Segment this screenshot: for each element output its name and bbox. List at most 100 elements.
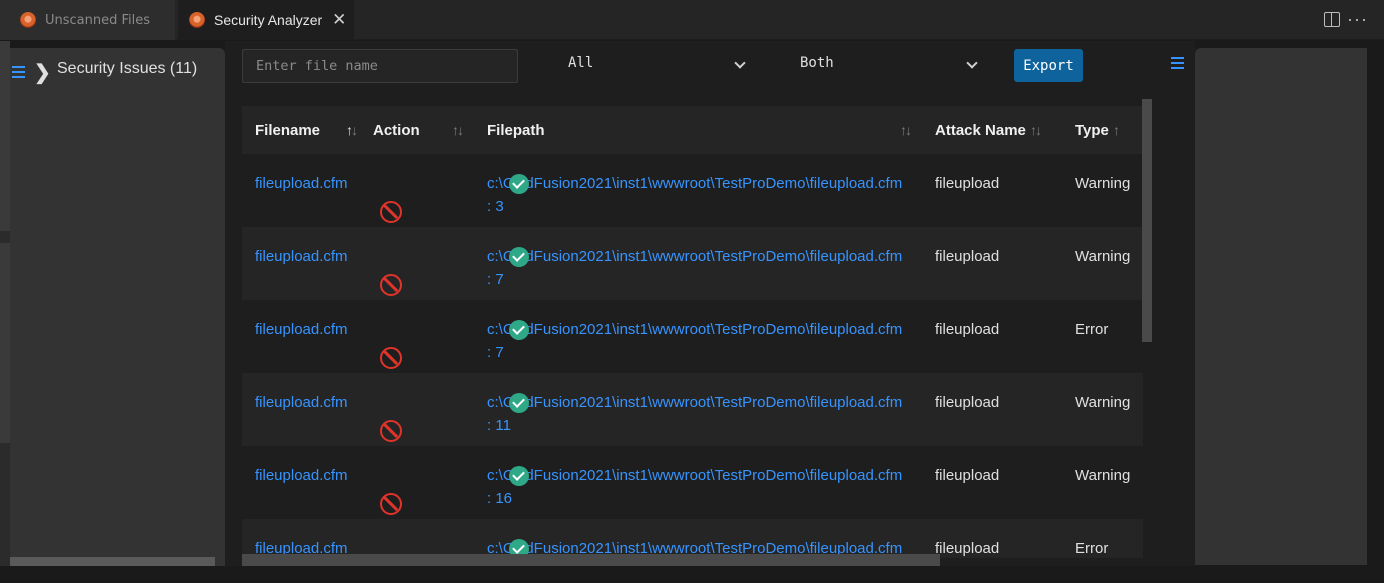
- line-number: : 16: [487, 490, 513, 507]
- activity-strip: [0, 41, 10, 583]
- table-row: fileupload.cfm c:\ColdFusion2021\inst1\w…: [242, 300, 1143, 373]
- check-circle-icon[interactable]: [509, 393, 529, 413]
- more-actions-icon[interactable]: ···: [1347, 9, 1368, 30]
- filepath-link[interactable]: c:\ColdFusion2021\inst1\wwwroot\TestProD…: [474, 519, 922, 558]
- right-side-panel: [1195, 48, 1367, 565]
- file-name-search-input[interactable]: [242, 49, 518, 83]
- type-select[interactable]: Both: [800, 55, 980, 77]
- action-cell: [360, 227, 529, 300]
- table-row: fileupload.cfm c:\ColdFusion2021\inst1\w…: [242, 373, 1143, 446]
- action-cell: [360, 519, 529, 558]
- filter-toolbar: All Both Export: [225, 41, 1195, 101]
- filename-link[interactable]: fileupload.cfm: [242, 519, 360, 558]
- filepath-text: c:\ColdFusion2021\inst1\wwwroot\TestProD…: [487, 467, 903, 484]
- column-label: Action: [373, 121, 420, 139]
- filepath-link[interactable]: c:\ColdFusion2021\inst1\wwwroot\TestProD…: [474, 227, 922, 300]
- check-circle-icon[interactable]: [509, 320, 529, 340]
- type-cell: Warning: [1075, 394, 1131, 411]
- tab-unscanned-files[interactable]: Unscanned Files: [0, 0, 175, 40]
- attack-name-cell: fileupload: [935, 321, 1000, 338]
- check-circle-icon[interactable]: [509, 466, 529, 486]
- action-cell: [360, 154, 529, 227]
- filter-select[interactable]: All: [568, 55, 748, 77]
- export-button[interactable]: Export: [1014, 49, 1083, 82]
- hamburger-menu-icon[interactable]: [1171, 57, 1184, 69]
- close-tab-icon[interactable]: ✕: [332, 10, 346, 30]
- tab-label: Security Analyzer: [214, 12, 323, 28]
- security-issues-title[interactable]: Security Issues (11): [57, 60, 197, 78]
- filename-link[interactable]: fileupload.cfm: [242, 227, 360, 300]
- table-horizontal-scrollbar[interactable]: [242, 554, 940, 566]
- attack-name-cell: fileupload: [935, 394, 1000, 411]
- ignore-icon[interactable]: [380, 274, 402, 296]
- type-cell: Warning: [1075, 175, 1131, 192]
- split-editor-icon[interactable]: [1324, 12, 1340, 27]
- type-select-value: Both: [800, 55, 834, 71]
- chevron-right-icon[interactable]: ❯: [34, 60, 51, 85]
- ignore-icon[interactable]: [380, 347, 402, 369]
- check-circle-icon[interactable]: [509, 247, 529, 267]
- filepath-link[interactable]: c:\ColdFusion2021\inst1\wwwroot\TestProD…: [474, 373, 922, 446]
- sort-icon[interactable]: ↑↓: [452, 122, 464, 138]
- table-vertical-scrollbar[interactable]: [1142, 99, 1152, 342]
- action-cell: [360, 446, 529, 519]
- filepath-link[interactable]: c:\ColdFusion2021\inst1\wwwroot\TestProD…: [474, 300, 922, 373]
- filename-link[interactable]: fileupload.cfm: [242, 373, 360, 446]
- security-analyzer-panel: All Both Export Filename ↑↓ Action ↑↓ File…: [225, 41, 1195, 583]
- filepath-text: c:\ColdFusion2021\inst1\wwwroot\TestProD…: [487, 321, 903, 338]
- coldfusion-logo-icon: [189, 12, 205, 28]
- hamburger-menu-icon[interactable]: [12, 66, 25, 78]
- bottom-bar: [0, 566, 1384, 583]
- sort-icon[interactable]: ↑↓: [1030, 122, 1042, 138]
- attack-name-cell: fileupload: [935, 467, 1000, 484]
- filepath-link[interactable]: c:\ColdFusion2021\inst1\wwwroot\TestProD…: [474, 446, 922, 519]
- column-header-filepath[interactable]: Filepath ↑↓: [474, 106, 922, 154]
- chevron-down-icon: [966, 57, 978, 69]
- attack-name-cell: fileupload: [935, 248, 1000, 265]
- line-number: : 7: [487, 271, 504, 288]
- chevron-down-icon: [734, 57, 746, 69]
- table-row: fileupload.cfm c:\ColdFusion2021\inst1\w…: [242, 519, 1143, 558]
- attack-name-cell: fileupload: [935, 540, 1000, 557]
- column-header-action[interactable]: Action ↑↓: [360, 106, 474, 154]
- ignore-icon[interactable]: [380, 420, 402, 442]
- filepath-text: c:\ColdFusion2021\inst1\wwwroot\TestProD…: [487, 394, 903, 411]
- table-row: fileupload.cfm c:\ColdFusion2021\inst1\w…: [242, 446, 1143, 519]
- filename-link[interactable]: fileupload.cfm: [242, 300, 360, 373]
- table-header-row: Filename ↑↓ Action ↑↓ Filepath ↑↓ Attack Na…: [242, 106, 1143, 154]
- tab-label: Unscanned Files: [45, 12, 151, 28]
- column-label: Attack Name: [935, 121, 1026, 139]
- sort-icon[interactable]: ↑: [1113, 122, 1120, 138]
- issues-table: Filename ↑↓ Action ↑↓ Filepath ↑↓ Attack Na…: [242, 106, 1143, 558]
- table-row: fileupload.cfm c:\ColdFusion2021\inst1\w…: [242, 227, 1143, 300]
- attack-name-cell: fileupload: [935, 175, 1000, 192]
- column-header-filename[interactable]: Filename ↑↓: [242, 106, 360, 154]
- column-label: Filename: [255, 121, 321, 139]
- check-circle-icon[interactable]: [509, 174, 529, 194]
- sidebar-horizontal-scrollbar[interactable]: [10, 557, 215, 566]
- ignore-icon[interactable]: [380, 201, 402, 223]
- tab-security-analyzer[interactable]: Security Analyzer ✕: [178, 0, 354, 40]
- sort-icon[interactable]: ↑↓: [900, 122, 912, 138]
- coldfusion-logo-icon: [20, 12, 36, 28]
- filepath-link[interactable]: c:\ColdFusion2021\inst1\wwwroot\TestProD…: [474, 154, 922, 227]
- column-header-attack-name[interactable]: Attack Name ↑↓: [922, 106, 1062, 154]
- filepath-text: c:\ColdFusion2021\inst1\wwwroot\TestProD…: [487, 248, 903, 265]
- strip-band: [0, 41, 10, 231]
- security-issues-sidebar: ❯ Security Issues (11): [10, 48, 225, 583]
- filename-link[interactable]: fileupload.cfm: [242, 446, 360, 519]
- type-cell: Error: [1075, 540, 1109, 557]
- line-number: : 7: [487, 344, 504, 361]
- column-label: Type: [1075, 121, 1109, 139]
- filename-link[interactable]: fileupload.cfm: [242, 154, 360, 227]
- action-cell: [360, 373, 529, 446]
- ignore-icon[interactable]: [380, 493, 402, 515]
- column-header-type[interactable]: Type ↑: [1062, 106, 1143, 154]
- line-number: : 11: [487, 417, 511, 434]
- filepath-text: c:\ColdFusion2021\inst1\wwwroot\TestProD…: [487, 175, 903, 192]
- editor-tab-bar: Unscanned Files Security Analyzer ✕ ···: [0, 0, 1384, 40]
- type-cell: Warning: [1075, 467, 1131, 484]
- sort-icon[interactable]: ↑↓: [346, 122, 358, 138]
- strip-band: [0, 243, 10, 443]
- window-right-edge: [1367, 41, 1384, 583]
